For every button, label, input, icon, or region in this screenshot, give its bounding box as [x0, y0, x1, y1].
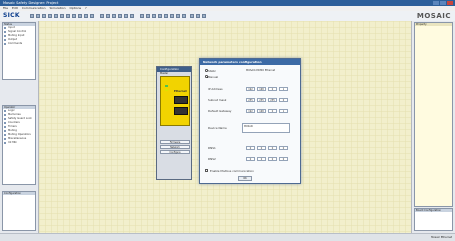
- redo-icon[interactable]: [66, 14, 70, 18]
- upload-icon[interactable]: [112, 14, 116, 18]
- dns1-octet-3[interactable]: 0: [268, 145, 277, 150]
- paste-icon[interactable]: [84, 14, 88, 18]
- module-brand: Ethernet: [174, 90, 187, 93]
- network-parameters-dialog: Network parameters configuration Static …: [199, 58, 301, 184]
- board-config-title: Board Configuration: [415, 209, 452, 212]
- validate-icon[interactable]: [130, 14, 134, 18]
- subnet-octet-4[interactable]: 0: [279, 97, 288, 102]
- password-icon[interactable]: [182, 14, 186, 18]
- window-controls: [433, 1, 453, 5]
- dns2-octet-1[interactable]: 0: [246, 156, 255, 161]
- input-panel: Status Input Signal Control Muting Input…: [2, 22, 36, 80]
- properties-title: Property: [415, 23, 452, 26]
- subnet-mask-label: Subnet mask: [208, 98, 227, 102]
- grid-icon[interactable]: [158, 14, 162, 18]
- gateway-octet-3[interactable]: 0: [268, 108, 277, 113]
- ip-address-label: IP Address: [208, 87, 223, 91]
- configure-button[interactable]: Configure: [160, 150, 190, 154]
- operator-panel: Operator Logic Memories Safety Guard Loc…: [2, 105, 36, 185]
- arrow-right-icon[interactable]: [202, 14, 206, 18]
- led-icon: [165, 85, 168, 87]
- save-icon[interactable]: [42, 14, 46, 18]
- configuration-window: Configuration Master Ethernet Firmware N…: [156, 66, 192, 180]
- zoom-in-icon[interactable]: [140, 14, 144, 18]
- open-file-icon[interactable]: [36, 14, 40, 18]
- dns2-octet-2[interactable]: 0: [257, 156, 266, 161]
- subnet-octet-1[interactable]: 255: [246, 97, 255, 102]
- report-icon[interactable]: [170, 14, 174, 18]
- ethernet-port-icon: [174, 107, 188, 115]
- board-config-panel: Board Configuration: [414, 208, 453, 231]
- zoom-out-icon[interactable]: [146, 14, 150, 18]
- ok-button[interactable]: OK: [238, 176, 252, 181]
- mosaic-logo: MOSAIC: [416, 12, 451, 20]
- left-sidebar: Status Input Signal Control Muting Input…: [0, 21, 38, 233]
- ip-octet-4[interactable]: 1: [279, 86, 288, 91]
- close-button[interactable]: [447, 1, 453, 5]
- static-label: Static: [208, 68, 216, 73]
- gateway-octet-2[interactable]: 168: [257, 108, 266, 113]
- default-gateway-label: Default Gateway: [208, 109, 232, 113]
- module-info: MOSAIC-MCMO Ethernet: [246, 69, 276, 72]
- undo-icon[interactable]: [60, 14, 64, 18]
- dns1-octet-4[interactable]: 0: [279, 145, 288, 150]
- device-name-field[interactable]: MOSAIC: [242, 123, 290, 133]
- print-preview-icon[interactable]: [54, 14, 58, 18]
- cut-icon[interactable]: [72, 14, 76, 18]
- ip-octet-2[interactable]: 168: [257, 86, 266, 91]
- dialog-title: Network parameters configuration: [200, 59, 300, 65]
- window-title: Mosaic Safety Designer: Project: [3, 1, 59, 5]
- ip-octet-3[interactable]: 0: [268, 86, 277, 91]
- minimize-button[interactable]: [433, 1, 439, 5]
- led-icon: [165, 89, 168, 91]
- monitor-icon[interactable]: [124, 14, 128, 18]
- brand-prefix: SICK: [3, 12, 20, 19]
- manual-label: Manual: [208, 74, 219, 79]
- mosaic-module-image[interactable]: Ethernet: [160, 76, 190, 126]
- settings-icon[interactable]: [176, 14, 180, 18]
- panel-item[interactable]: Int Mlk: [3, 141, 35, 145]
- simulation-icon[interactable]: [190, 14, 194, 18]
- gateway-octet-4[interactable]: 1: [279, 108, 288, 113]
- new-file-icon[interactable]: [30, 14, 34, 18]
- dns1-octet-2[interactable]: 0: [257, 145, 266, 150]
- download-icon[interactable]: [118, 14, 122, 18]
- disconnect-icon[interactable]: [106, 14, 110, 18]
- arrow-left-icon[interactable]: [196, 14, 200, 18]
- panel-item[interactable]: Comments: [3, 42, 35, 46]
- dns1-octet-1[interactable]: 0: [246, 145, 255, 150]
- connect-icon[interactable]: [100, 14, 104, 18]
- modbus-checkbox-label: Enable Modbus communication: [210, 169, 254, 173]
- firmware-button[interactable]: Firmware: [160, 140, 190, 144]
- panel-title: Configuration: [3, 192, 35, 195]
- configuration-panel: Configuration: [2, 191, 36, 231]
- maximize-button[interactable]: [440, 1, 446, 5]
- copy-icon[interactable]: [78, 14, 82, 18]
- ip-octet-1[interactable]: 192: [246, 86, 255, 91]
- dns2-octet-3[interactable]: 0: [268, 156, 277, 161]
- modbus-checkbox[interactable]: [205, 169, 208, 172]
- align-icon[interactable]: [164, 14, 168, 18]
- properties-panel: Property: [414, 22, 453, 207]
- network-button[interactable]: Network: [160, 145, 190, 149]
- dns2-label: DNS2: [208, 157, 216, 161]
- module-name: Master: [160, 72, 169, 75]
- sick-logo: SICK: [3, 12, 20, 19]
- device-name-label: Device Name: [208, 126, 227, 130]
- subnet-octet-3[interactable]: 255: [268, 97, 277, 102]
- delete-icon[interactable]: [90, 14, 94, 18]
- fit-icon[interactable]: [152, 14, 156, 18]
- gateway-octet-1[interactable]: 192: [246, 108, 255, 113]
- ethernet-port-icon: [174, 96, 188, 104]
- dns2-octet-4[interactable]: 0: [279, 156, 288, 161]
- subnet-octet-2[interactable]: 255: [257, 97, 266, 102]
- dns1-label: DNS1: [208, 146, 216, 150]
- print-icon[interactable]: [48, 14, 52, 18]
